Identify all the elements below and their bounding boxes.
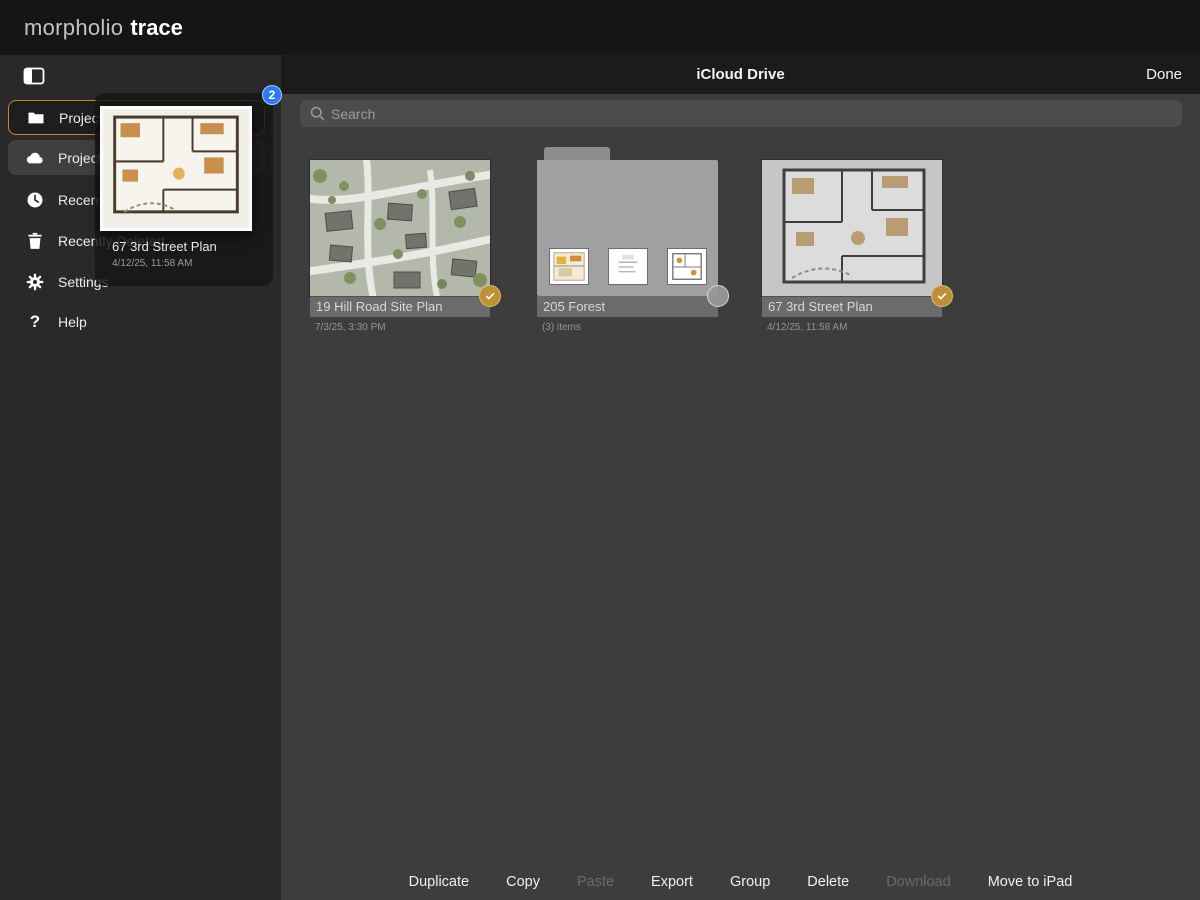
panel-title: iCloud Drive — [281, 55, 1200, 94]
file-item-19-hill-road-site-plan[interactable]: 19 Hill Road Site Plan 7/3/25, 3:30 PM — [310, 160, 490, 333]
search-bar — [300, 100, 1182, 127]
selected-checkmark-badge — [931, 285, 953, 307]
app-bar: morpholio trace — [0, 0, 1200, 55]
export-button[interactable]: Export — [651, 874, 693, 890]
drag-preview-panel: 67 3rd Street Plan 4/12/25, 11:58 AM — [95, 93, 273, 286]
gear-icon — [25, 272, 45, 292]
drag-preview-title: 67 3rd Street Plan — [112, 239, 217, 254]
brand-morpholio: morpholio — [24, 15, 123, 41]
group-button[interactable]: Group — [730, 874, 770, 890]
floorplan-thumbnail — [762, 160, 942, 296]
brand-trace: trace — [130, 15, 183, 41]
folder-tab — [544, 147, 610, 161]
search-input[interactable] — [300, 100, 1182, 127]
drag-preview-date: 4/12/25, 11:58 AM — [112, 258, 192, 269]
bottom-toolbar: Duplicate Copy Paste Export Group Delete… — [281, 874, 1200, 890]
done-button[interactable]: Done — [1146, 55, 1182, 94]
drag-count-badge: 2 — [262, 85, 282, 105]
move-to-ipad-button[interactable]: Move to iPad — [988, 874, 1073, 890]
sidebar-item-help[interactable]: ? Help — [8, 304, 265, 339]
mini-thumbnail — [549, 248, 589, 285]
folder-thumbnail — [537, 160, 718, 296]
sidebar-item-label: Help — [58, 314, 87, 330]
folder-contents-preview — [537, 248, 718, 285]
icloud-drive-panel: iCloud Drive Done — [281, 55, 1200, 900]
delete-button[interactable]: Delete — [807, 874, 849, 890]
unselected-circle-badge — [707, 285, 729, 307]
item-count: (3) items — [542, 322, 718, 333]
panel-header: iCloud Drive Done — [281, 55, 1200, 94]
item-date: 7/3/25, 3:30 PM — [315, 322, 490, 333]
folder-body — [537, 160, 718, 296]
download-button: Download — [886, 874, 951, 890]
app-screen: morpholio trace Projects On My iPad Proj… — [0, 0, 1200, 900]
drag-preview-card[interactable] — [100, 106, 252, 231]
item-title: 19 Hill Road Site Plan — [310, 296, 490, 317]
duplicate-button[interactable]: Duplicate — [409, 874, 469, 890]
folder-icon — [26, 108, 46, 128]
trash-icon — [25, 231, 45, 251]
file-item-67-3rd-street-plan[interactable]: 67 3rd Street Plan 4/12/25, 11:58 AM — [762, 160, 942, 333]
selected-checkmark-badge — [479, 285, 501, 307]
item-date: 4/12/25, 11:58 AM — [767, 322, 942, 333]
item-title: 67 3rd Street Plan — [762, 296, 942, 317]
question-icon: ? — [25, 312, 45, 332]
mini-thumbnail — [608, 248, 648, 285]
folder-item-205-forest[interactable]: 205 Forest (3) items — [537, 160, 718, 333]
cloud-icon — [25, 148, 45, 168]
item-title: 205 Forest — [537, 296, 718, 317]
siteplan-thumbnail — [310, 160, 490, 296]
sidebar-toggle-icon[interactable] — [22, 64, 46, 88]
clock-icon — [25, 190, 45, 210]
mini-thumbnail — [667, 248, 707, 285]
copy-button[interactable]: Copy — [506, 874, 540, 890]
paste-button: Paste — [577, 874, 614, 890]
